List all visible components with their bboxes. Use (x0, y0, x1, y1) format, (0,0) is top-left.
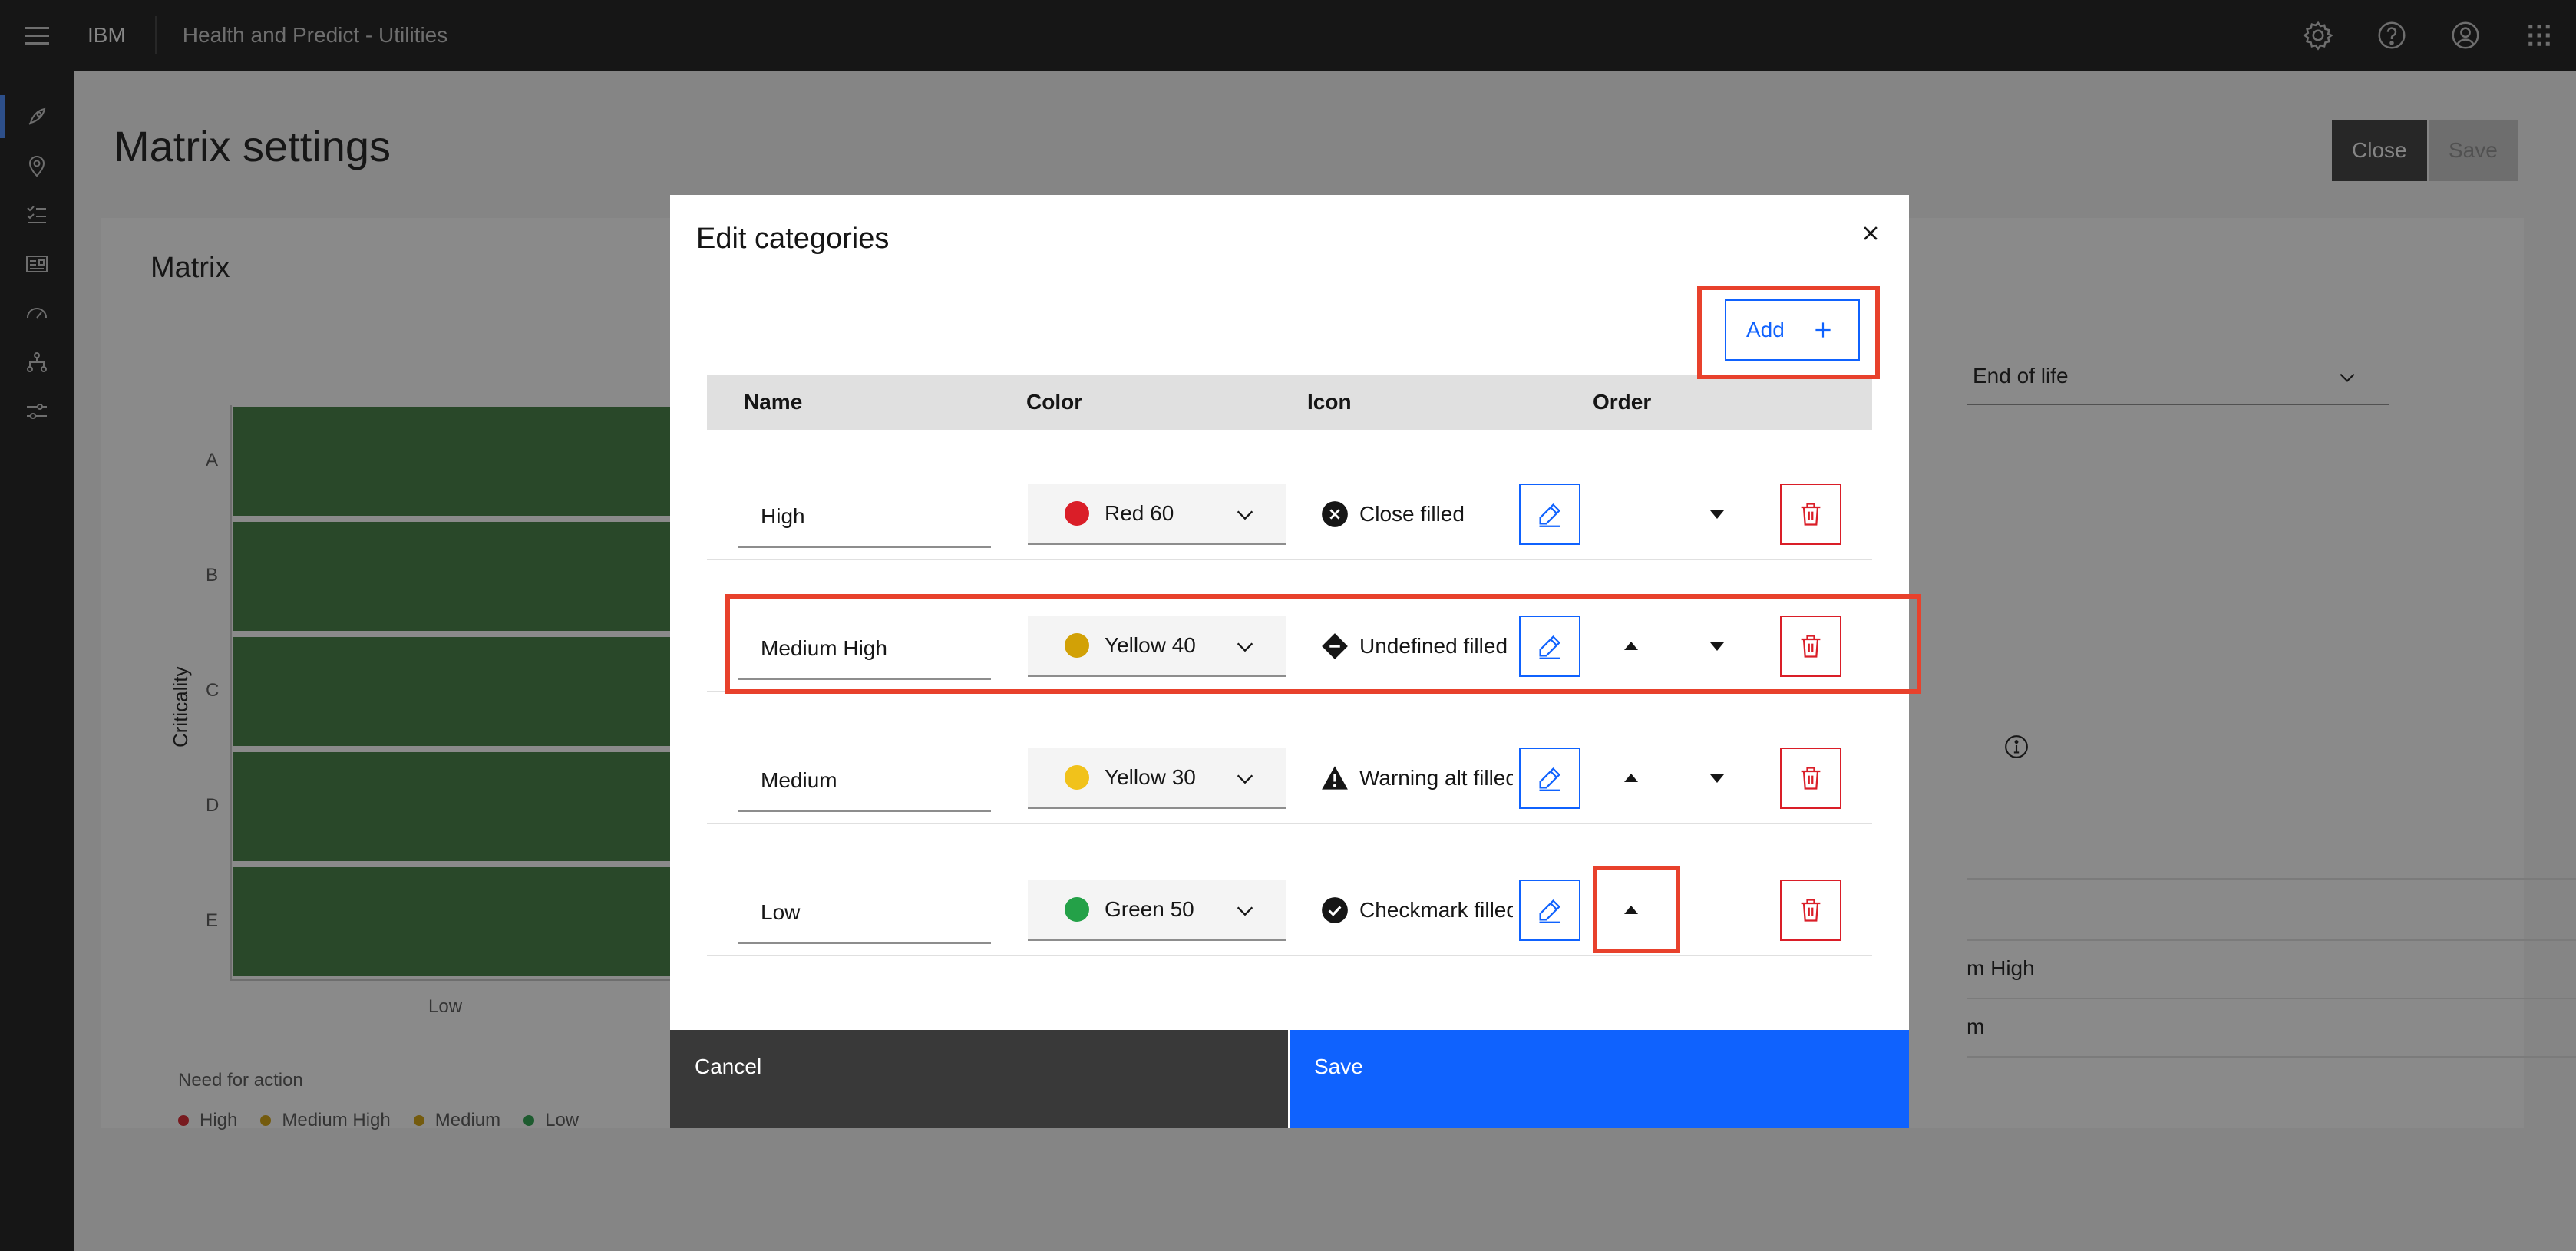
icon-cell: Warning alt filled (1321, 748, 1513, 809)
edit-icon (1539, 635, 1560, 659)
color-label: Yellow 30 (1105, 765, 1196, 789)
icon-label: Close filled (1359, 502, 1465, 526)
color-select[interactable]: Green 50 (1028, 880, 1286, 941)
edit-icon-button[interactable] (1519, 484, 1580, 545)
table-header: Name Color Icon Order (707, 375, 1872, 430)
category-name-input[interactable]: High (738, 487, 991, 548)
caret-up-icon (1624, 642, 1638, 650)
caret-up-icon (1624, 906, 1638, 914)
edit-icon-button[interactable] (1519, 748, 1580, 809)
table-row: Medium Yellow 30 Warning alt filled (707, 717, 1872, 824)
delete-category-button[interactable] (1780, 616, 1841, 677)
caret-down-icon (1710, 642, 1724, 651)
delete-category-button[interactable] (1780, 748, 1841, 809)
close-icon (1864, 226, 1878, 240)
delete-category-button[interactable] (1780, 484, 1841, 545)
color-select[interactable]: Yellow 30 (1028, 748, 1286, 809)
icon-label: Warning alt filled (1359, 766, 1513, 790)
color-label: Green 50 (1105, 897, 1194, 921)
move-up-button[interactable] (1600, 748, 1662, 809)
table-row: Low Green 50 Checkmark filled (707, 849, 1872, 956)
add-label: Add (1746, 318, 1785, 342)
chevron-down-icon (1237, 906, 1253, 916)
edit-icon (1539, 899, 1560, 923)
icon-label: Checkmark filled (1359, 898, 1513, 922)
caret-down-icon (1710, 510, 1724, 519)
chevron-down-icon (1237, 510, 1253, 520)
column-header-name: Name (744, 390, 803, 414)
color-select[interactable]: Yellow 40 (1028, 616, 1286, 677)
color-label: Yellow 40 (1105, 633, 1196, 657)
icon-cell: Checkmark filled (1321, 880, 1513, 941)
category-name-input[interactable]: Medium High (738, 619, 991, 680)
modal-footer: Cancel Save (670, 1030, 1909, 1128)
close-modal-button[interactable] (1854, 216, 1887, 250)
color-swatch (1065, 633, 1089, 658)
save-button[interactable]: Save (1290, 1030, 1909, 1128)
icon-cell: Undefined filled (1321, 616, 1513, 677)
move-down-button[interactable] (1686, 616, 1748, 677)
move-down-button[interactable] (1686, 748, 1748, 809)
chevron-down-icon (1237, 774, 1253, 784)
table-row: Medium High Yellow 40 Undefined filled (707, 585, 1872, 692)
move-up-button[interactable] (1600, 880, 1662, 941)
chevron-down-icon (1237, 642, 1253, 652)
icon-label: Undefined filled (1359, 634, 1508, 658)
modal-title: Edit categories (696, 223, 890, 255)
caret-down-icon (1710, 774, 1724, 783)
color-label: Red 60 (1105, 501, 1174, 525)
edit-icon (1539, 767, 1560, 791)
checkmark-filled-icon (1322, 897, 1348, 923)
column-header-order: Order (1593, 390, 1652, 414)
trash-can-icon (1801, 635, 1821, 658)
caret-up-icon (1624, 774, 1638, 782)
delete-category-button[interactable] (1780, 880, 1841, 941)
table-row: High Red 60 Close filled (707, 453, 1872, 560)
icon-cell: Close filled (1321, 484, 1513, 545)
close-filled-icon (1322, 501, 1348, 527)
category-name-input[interactable]: Medium (738, 751, 991, 812)
cancel-button[interactable]: Cancel (670, 1030, 1288, 1128)
edit-icon-button[interactable] (1519, 616, 1580, 677)
column-header-icon: Icon (1307, 390, 1352, 414)
warning-alt-filled-icon (1322, 766, 1348, 790)
move-up-button[interactable] (1600, 616, 1662, 677)
edit-icon (1539, 503, 1560, 527)
category-name-input[interactable]: Low (738, 883, 991, 944)
edit-icon-button[interactable] (1519, 880, 1580, 941)
color-swatch (1065, 897, 1089, 922)
edit-categories-modal: Edit categories Add Name Color Icon Orde… (670, 195, 1921, 1128)
plus-icon (1815, 322, 1831, 338)
column-header-color: Color (1026, 390, 1083, 414)
trash-can-icon (1801, 767, 1821, 790)
move-down-button[interactable] (1686, 484, 1748, 545)
undefined-filled-icon (1322, 633, 1348, 659)
trash-can-icon (1801, 503, 1821, 526)
color-select[interactable]: Red 60 (1028, 484, 1286, 545)
color-swatch (1065, 765, 1089, 790)
add-category-button[interactable]: Add (1725, 299, 1860, 361)
trash-can-icon (1801, 899, 1821, 922)
color-swatch (1065, 501, 1089, 526)
